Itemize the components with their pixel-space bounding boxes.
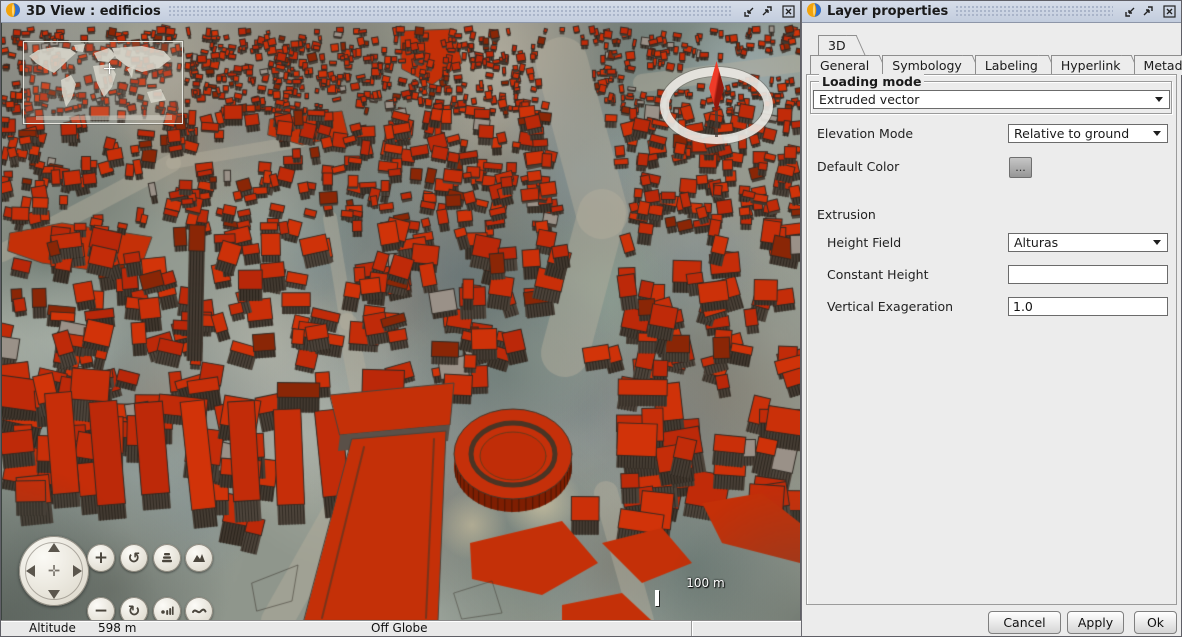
height-field-select[interactable]: Alturas — [1008, 233, 1168, 252]
zoom-out-button[interactable]: − — [87, 597, 115, 622]
elevation-mode-select[interactable]: Relative to ground — [1008, 124, 1168, 143]
status-bar: Altitude 598 m Off Globe — [1, 620, 801, 636]
titlebar-texture — [956, 6, 1113, 18]
3d-view-titlebar[interactable]: 3D View : edificios — [1, 1, 800, 23]
vertical-exageration-label: Vertical Exageration — [827, 297, 953, 317]
wave-icon — [191, 603, 207, 619]
layer-properties-title: Layer properties — [827, 4, 948, 19]
globe-status: Off Globe — [371, 621, 428, 635]
close-icon[interactable] — [1162, 4, 1177, 19]
map-location-marker-icon — [104, 63, 115, 74]
elevation-mode-label: Elevation Mode — [817, 124, 913, 144]
3d-scene-viewport[interactable]: ✛ + ↺ − ↻ 100 m — [2, 23, 800, 622]
extrusion-section-label: Extrusion — [817, 205, 876, 225]
constant-height-input[interactable] — [1008, 265, 1168, 284]
loading-mode-select[interactable]: Extruded vector — [813, 90, 1170, 109]
height-field-label: Height Field — [827, 233, 901, 253]
signal-bars-icon — [159, 603, 175, 619]
application-desktop: 3D View : edificios — [0, 0, 1182, 637]
pan-center-icon: ✛ — [48, 562, 61, 580]
levels-icon — [159, 550, 175, 566]
default-color-picker-button[interactable]: ... — [1009, 157, 1032, 178]
tab-labeling[interactable]: Labeling — [975, 55, 1048, 75]
elevation-mode-value: Relative to ground — [1014, 126, 1129, 141]
chevron-down-icon — [1153, 131, 1161, 136]
ok-button[interactable]: Ok — [1134, 611, 1177, 634]
tab-panel-3d — [806, 74, 1177, 605]
smooth-terrain-button[interactable] — [185, 597, 213, 622]
chevron-down-icon — [1155, 97, 1163, 102]
tab-3d[interactable]: 3D — [818, 35, 856, 55]
height-field-value: Alturas — [1014, 235, 1058, 250]
vertical-exageration-input[interactable] — [1008, 297, 1168, 316]
pan-left-icon[interactable] — [26, 565, 35, 577]
maximize-icon[interactable] — [759, 4, 774, 19]
rotate-right-button[interactable]: ↻ — [120, 597, 148, 622]
close-icon[interactable] — [781, 4, 796, 19]
scale-bar-bracket — [655, 590, 659, 606]
compass-widget[interactable] — [660, 67, 773, 144]
apply-button[interactable]: Apply — [1067, 611, 1124, 634]
tilt-levels-button[interactable] — [153, 544, 181, 572]
speed-control-button[interactable] — [153, 597, 181, 622]
terrain-mode-button[interactable] — [185, 544, 213, 572]
pan-down-icon[interactable] — [48, 590, 60, 599]
status-divider — [691, 621, 692, 636]
mountain-icon — [191, 550, 207, 566]
maximize-icon[interactable] — [1140, 4, 1155, 19]
pan-right-icon[interactable] — [73, 565, 82, 577]
loading-mode-value: Extruded vector — [819, 92, 919, 107]
titlebar-texture — [169, 6, 732, 18]
overview-world-map[interactable] — [23, 41, 183, 124]
dialog-button-row: Cancel Apply Ok — [802, 611, 1182, 637]
tab-metadata[interactable]: Metadata — [1134, 55, 1182, 75]
loading-mode-group-title: Loading mode — [819, 74, 924, 89]
minimize-icon[interactable] — [1123, 4, 1138, 19]
default-color-label: Default Color — [817, 157, 899, 177]
altitude-value: 598 m — [98, 621, 136, 635]
tab-hyperlink[interactable]: Hyperlink — [1051, 55, 1131, 75]
pan-up-icon[interactable] — [48, 543, 60, 552]
rotate-left-button[interactable]: ↺ — [120, 544, 148, 572]
world-map-graphic — [24, 42, 180, 121]
pan-control-pad[interactable]: ✛ — [19, 536, 89, 606]
3d-view-window: 3D View : edificios — [0, 0, 801, 637]
layer-properties-window: Layer properties 3D General Symbology La… — [801, 0, 1182, 637]
altitude-label: Altitude — [29, 621, 76, 635]
gvsig-logo-icon — [5, 2, 21, 21]
scale-bar-label: 100 m — [655, 576, 756, 590]
zoom-in-button[interactable]: + — [87, 544, 115, 572]
minimize-icon[interactable] — [742, 4, 757, 19]
tab-symbology[interactable]: Symbology — [882, 55, 972, 75]
chevron-down-icon — [1153, 240, 1161, 245]
compass-needle-tail — [715, 111, 718, 137]
3d-view-title: 3D View : edificios — [26, 4, 161, 19]
constant-height-label: Constant Height — [827, 265, 929, 285]
gvsig-logo-icon — [806, 2, 822, 21]
scale-bar: 100 m — [655, 576, 756, 604]
tab-general[interactable]: General — [810, 55, 879, 75]
cancel-button[interactable]: Cancel — [988, 611, 1061, 634]
layer-properties-titlebar[interactable]: Layer properties — [802, 1, 1181, 23]
